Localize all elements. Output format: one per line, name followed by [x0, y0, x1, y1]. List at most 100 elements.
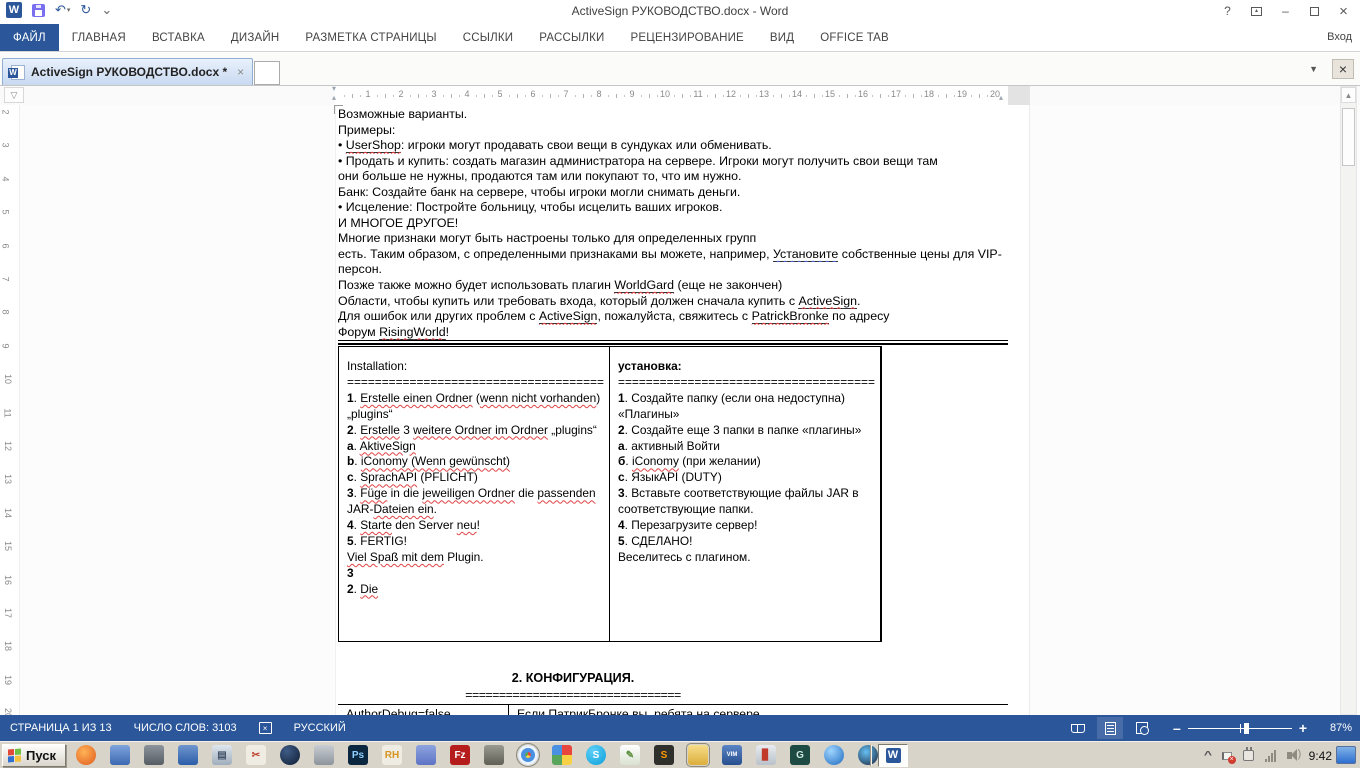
print-layout-button[interactable]: [1097, 717, 1123, 739]
snipping-tool-icon[interactable]: ✂: [246, 745, 266, 765]
tab-close-icon[interactable]: ×: [237, 65, 244, 79]
zoom-in-icon[interactable]: +: [1299, 720, 1307, 736]
text-run: Starte: [360, 518, 392, 532]
volume-icon[interactable]: [1287, 752, 1292, 759]
chrome-icon[interactable]: [518, 745, 538, 765]
taskbar-clock[interactable]: 9:42: [1309, 749, 1332, 763]
scroll-up-icon[interactable]: ▲: [1341, 87, 1356, 103]
tab-bar-close-icon[interactable]: ×: [1332, 59, 1354, 79]
notepad-editor-icon[interactable]: ✎: [620, 745, 640, 765]
presentation-icon[interactable]: [178, 745, 198, 765]
text-run: RisingWorld: [379, 325, 446, 340]
hanging-indent-marker[interactable]: ▴: [332, 93, 336, 102]
document-tab-active[interactable]: ActiveSign РУКОВОДСТВО.docx * ×: [2, 58, 253, 85]
ribbon-tab-рецензирование[interactable]: РЕЦЕНЗИРОВАНИЕ: [618, 24, 757, 51]
window-title: ActiveSign РУКОВОДСТВО.docx - Word: [0, 4, 1360, 18]
dxtory-icon[interactable]: [110, 745, 130, 765]
ribbon-tab-office-tab[interactable]: OFFICE TAB: [807, 24, 902, 51]
filezilla-icon[interactable]: Fz: [450, 745, 470, 765]
text-run: 4: [347, 518, 354, 532]
ribbon-tab-дизайн[interactable]: ДИЗАЙН: [218, 24, 292, 51]
ribbon-tab-главная[interactable]: ГЛАВНАЯ: [59, 24, 139, 51]
punto-switcher-icon[interactable]: [280, 745, 300, 765]
vertical-scrollbar[interactable]: ▲: [1340, 86, 1357, 715]
language-indicator[interactable]: РУССКИЙ: [294, 722, 346, 734]
gimp-icon[interactable]: G: [790, 745, 810, 765]
raidcall-icon[interactable]: RH: [382, 745, 402, 765]
show-desktop-button[interactable]: [1336, 746, 1356, 764]
ruler-tick: [971, 95, 972, 97]
expand-tray-icon[interactable]: ^: [1204, 750, 1212, 761]
remote-desktop-icon[interactable]: [144, 745, 164, 765]
right-indent-marker[interactable]: ▴: [999, 93, 1003, 102]
ribbon-tab-ссылки[interactable]: ССЫЛКИ: [450, 24, 527, 51]
media-player-icon[interactable]: [76, 745, 96, 765]
word-app-icon: W: [886, 748, 901, 763]
database-icon[interactable]: [484, 745, 504, 765]
browser-sphere-icon[interactable]: [824, 745, 844, 765]
sign-in-link[interactable]: Вход: [1327, 31, 1352, 43]
tab-list-dropdown-icon[interactable]: ▼: [1309, 64, 1318, 74]
table-line: 2. Die: [347, 582, 603, 598]
restore-icon[interactable]: [1300, 0, 1329, 22]
scrollbar-thumb[interactable]: [1342, 108, 1355, 166]
vim-icon[interactable]: VIM: [722, 745, 742, 765]
tab-selector-icon[interactable]: ▽: [4, 87, 24, 103]
table-line: Installation:: [347, 359, 603, 375]
text-run: Области, чтобы купить или требовать вход…: [338, 294, 798, 308]
help-icon[interactable]: ?: [1213, 0, 1242, 22]
ribbon-display-options-icon[interactable]: ▴: [1242, 0, 1271, 22]
start-button[interactable]: Пуск: [2, 744, 66, 767]
text-run: , пожалуйста, свяжитесь с: [597, 309, 751, 323]
first-line-indent-marker[interactable]: ▾: [332, 84, 336, 93]
ruler-number: 14: [790, 89, 804, 99]
file-explorer-icon[interactable]: [688, 745, 708, 765]
minimize-icon[interactable]: –: [1271, 0, 1300, 22]
ribbon-tab-вставка[interactable]: ВСТАВКА: [139, 24, 218, 51]
power-plug-icon[interactable]: [1243, 750, 1254, 761]
ruler-tick: [723, 95, 724, 97]
sublime-text-icon[interactable]: S: [654, 745, 674, 765]
ribbon-tab-разметка-страницы[interactable]: РАЗМЕТКА СТРАНИЦЫ: [292, 24, 449, 51]
ribbon-tab-рассылки[interactable]: РАССЫЛКИ: [526, 24, 617, 51]
word-taskbar-button[interactable]: W: [878, 744, 908, 767]
zoom-slider[interactable]: [1188, 728, 1292, 729]
zoom-percentage[interactable]: 87%: [1318, 722, 1352, 734]
page-indicator[interactable]: СТРАНИЦА 1 ИЗ 13: [10, 722, 112, 734]
table-line: =====================================: [618, 375, 874, 391]
discord-icon[interactable]: [416, 745, 436, 765]
skype-icon[interactable]: S: [586, 745, 606, 765]
horizontal-ruler[interactable]: 1234567891011121314151617181920▾▴▴: [335, 86, 1030, 105]
table-line: б. iConomy (при желании): [618, 454, 874, 470]
close-icon[interactable]: ×: [1329, 0, 1358, 22]
ribbon-tab-файл[interactable]: ФАЙЛ: [0, 24, 59, 51]
photoshop-icon[interactable]: Ps: [348, 745, 368, 765]
game-center-icon[interactable]: [552, 745, 572, 765]
text-run: . FERTIG!: [354, 534, 407, 548]
ruler-number: 4: [1, 176, 11, 181]
new-tab-button[interactable]: [254, 61, 280, 85]
calculator-icon[interactable]: ▤: [212, 745, 232, 765]
table-line: «Плагины»: [618, 407, 874, 423]
read-mode-button[interactable]: [1065, 717, 1091, 739]
chart-app-icon[interactable]: ▊: [756, 745, 776, 765]
ruler-tick: [558, 95, 559, 97]
text-run: .: [354, 454, 361, 468]
web-layout-button[interactable]: [1129, 717, 1155, 739]
action-center-flag-icon[interactable]: [1222, 752, 1232, 760]
ruler-number: 12: [724, 89, 738, 99]
word-count[interactable]: ЧИСЛО СЛОВ: 3103: [134, 722, 237, 734]
window-app-icon[interactable]: [314, 745, 334, 765]
steam-icon[interactable]: [858, 745, 878, 765]
text-run: UserShop: [346, 138, 401, 153]
ruler-number: 11: [3, 408, 13, 417]
zoom-slider-thumb[interactable]: [1244, 723, 1249, 734]
network-signal-icon[interactable]: [1265, 750, 1276, 762]
text-run: JAR-: [347, 502, 373, 516]
text-run: . активный Войти: [625, 439, 720, 453]
ribbon-tab-вид[interactable]: ВИД: [757, 24, 807, 51]
vertical-ruler[interactable]: 234567891011121314151617181920: [0, 105, 20, 715]
proofing-errors-icon[interactable]: ×: [259, 722, 272, 734]
text-run: (при желании): [679, 454, 761, 468]
zoom-out-icon[interactable]: –: [1173, 720, 1181, 736]
